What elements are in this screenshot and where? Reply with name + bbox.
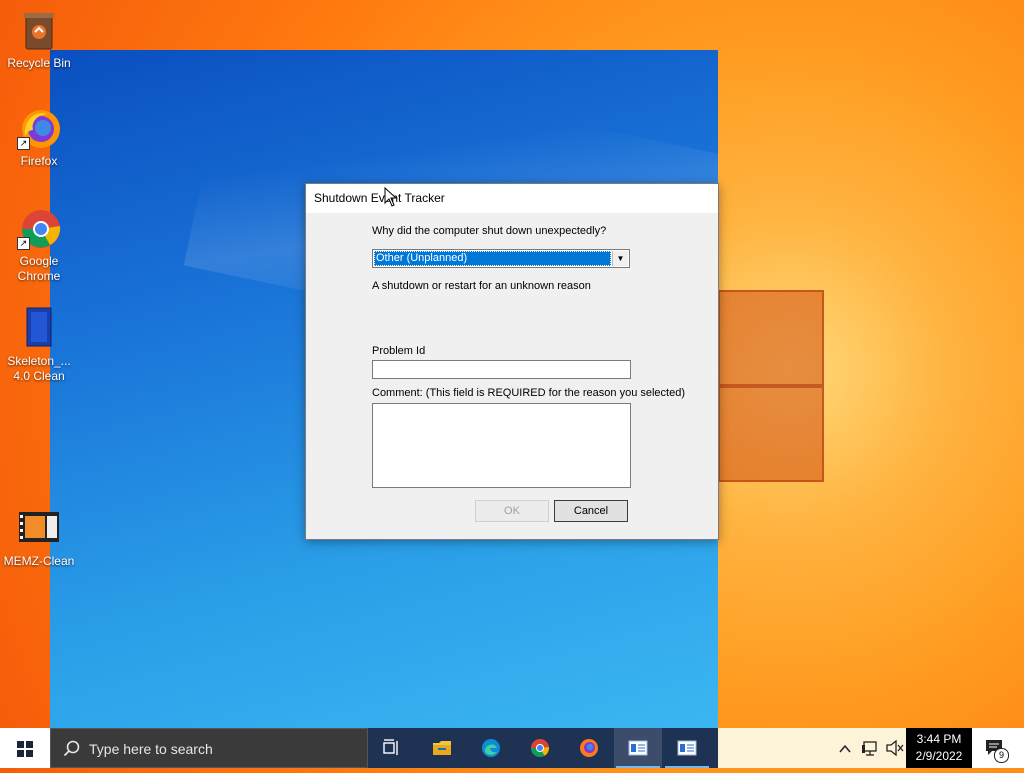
tray-volume[interactable] — [884, 728, 906, 768]
desktop-icon-label: Recycle Bin — [7, 56, 71, 70]
chrome-icon: ↗ — [17, 206, 61, 250]
wallpaper-logo-pane — [718, 386, 824, 482]
taskbar-clock[interactable]: 3:44 PM 2/9/2022 — [906, 728, 972, 768]
shortcut-arrow-icon: ↗ — [17, 237, 30, 250]
dialog-title[interactable]: Shutdown Event Tracker — [306, 184, 718, 213]
mouse-cursor-icon — [384, 187, 398, 207]
chevron-up-icon — [839, 744, 851, 753]
firefox-icon — [580, 739, 598, 757]
start-button[interactable] — [0, 728, 50, 768]
desktop-icon-label: Firefox — [20, 154, 58, 168]
taskbar-edge[interactable] — [467, 728, 515, 768]
edge-icon — [482, 739, 500, 757]
search-icon — [63, 740, 80, 757]
taskbar-window-app[interactable] — [663, 728, 711, 768]
reason-dropdown[interactable]: Other (Unplanned) ▼ — [372, 249, 630, 268]
windows-logo-icon — [17, 741, 33, 757]
problem-id-input[interactable] — [372, 360, 631, 379]
network-icon — [862, 741, 877, 756]
ok-button[interactable]: OK — [475, 500, 549, 522]
desktop-icon-google-chrome[interactable]: ↗ Google Chrome — [0, 206, 79, 284]
action-center-button[interactable]: 9 — [972, 728, 1024, 768]
reason-description: A shutdown or restart for an unknown rea… — [372, 280, 591, 292]
taskbar-file-explorer[interactable] — [418, 728, 466, 768]
problem-id-label: Problem Id — [372, 345, 426, 357]
volume-muted-icon — [886, 739, 904, 757]
wallpaper-logo-pane — [718, 290, 824, 386]
file-explorer-icon — [433, 741, 451, 755]
desktop-icon-recycle-bin[interactable]: Recycle Bin — [0, 8, 79, 71]
search-placeholder: Type here to search — [89, 741, 213, 757]
desktop-icon-label: Google Chrome — [17, 254, 61, 283]
desktop-icon-firefox[interactable]: ↗ Firefox — [0, 106, 79, 169]
taskbar-window-app-active[interactable] — [614, 728, 662, 768]
taskbar-firefox[interactable] — [565, 728, 613, 768]
cancel-button[interactable]: Cancel — [554, 500, 628, 522]
desktop-icon-label: MEMZ-Clean — [3, 554, 75, 568]
window-app-icon — [628, 740, 648, 756]
clock-time: 3:44 PM — [916, 732, 962, 746]
taskbar-chrome[interactable] — [516, 728, 564, 768]
skeleton-file-icon — [17, 306, 61, 350]
reason-selected-value: Other (Unplanned) — [374, 251, 611, 266]
comment-label: Comment: (This field is REQUIRED for the… — [372, 387, 686, 399]
firefox-icon: ↗ — [17, 106, 61, 150]
recycle-bin-icon — [17, 8, 61, 52]
desktop-icon-label: Skeleton_... 4.0 Clean — [7, 354, 71, 383]
chrome-icon — [531, 739, 550, 758]
tray-show-hidden-icons[interactable] — [838, 728, 856, 768]
desktop-icon-skeleton[interactable]: Skeleton_... 4.0 Clean — [0, 306, 79, 384]
taskbar-search-box[interactable]: Type here to search — [50, 728, 368, 768]
notification-count-badge: 9 — [994, 748, 1009, 763]
task-view-icon — [383, 739, 398, 755]
comment-textarea[interactable] — [372, 403, 631, 488]
taskbar-task-view[interactable] — [368, 728, 416, 768]
window-app-icon — [677, 740, 697, 756]
shutdown-event-tracker-dialog: Shutdown Event Tracker Why did the compu… — [305, 183, 719, 540]
taskbar: Type here to search 3:44 PM 2/9/2022 9 — [0, 728, 1024, 768]
memz-icon — [17, 506, 61, 550]
clock-date: 2/9/2022 — [915, 749, 963, 763]
reason-question-label: Why did the computer shut down unexpecte… — [372, 225, 607, 237]
tray-network[interactable] — [861, 728, 881, 768]
desktop-icon-memz-clean[interactable]: MEMZ-Clean — [0, 506, 79, 569]
dropdown-arrow-icon[interactable]: ▼ — [612, 251, 628, 266]
shortcut-arrow-icon: ↗ — [17, 137, 30, 150]
